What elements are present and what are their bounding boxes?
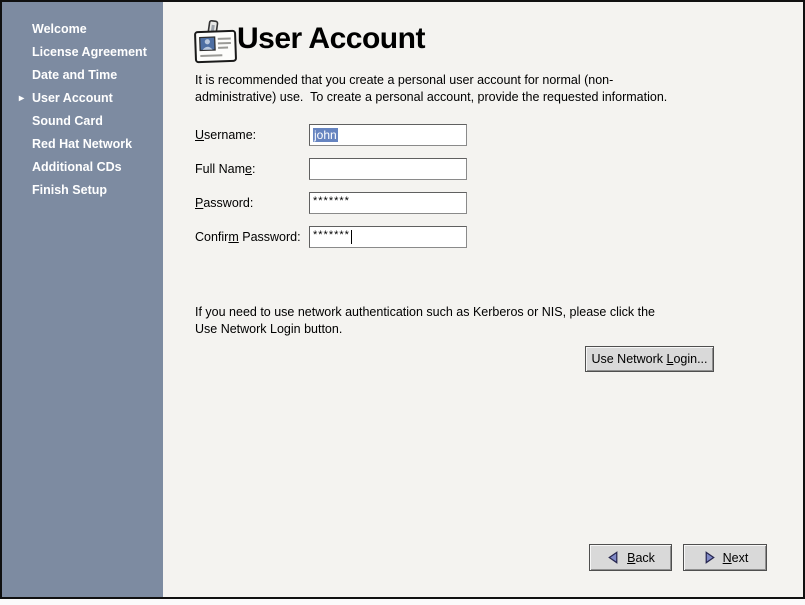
- password-row: Password: *******: [195, 191, 467, 214]
- masked-password-text: *******: [313, 229, 350, 241]
- id-card-icon: [192, 18, 239, 66]
- full-name-input[interactable]: [309, 158, 467, 180]
- next-button[interactable]: Next: [683, 544, 767, 571]
- full-name-row: Full Name:: [195, 157, 467, 180]
- setup-agent-window: Welcome License Agreement Date and Time …: [0, 0, 805, 599]
- masked-password-text: *******: [313, 195, 350, 207]
- sidebar-item-welcome[interactable]: Welcome: [2, 18, 163, 41]
- main-content: User Account It is recommended that you …: [163, 2, 803, 597]
- page-title: User Account: [237, 22, 425, 56]
- confirm-password-input[interactable]: *******: [309, 226, 467, 248]
- username-label: Username:: [195, 128, 309, 142]
- text-caret: [351, 230, 352, 244]
- active-step-arrow-icon: ▸: [19, 87, 24, 110]
- sidebar-item-red-hat-network[interactable]: Red Hat Network: [2, 133, 163, 156]
- sidebar-item-additional-cds[interactable]: Additional CDs: [2, 156, 163, 179]
- next-arrow-icon: [702, 550, 717, 565]
- network-auth-note: If you need to use network authenticatio…: [195, 304, 755, 337]
- password-label: Password:: [195, 196, 309, 210]
- selected-text: john: [313, 128, 338, 142]
- page-description: It is recommended that you create a pers…: [195, 72, 755, 105]
- username-row: Username: john: [195, 123, 467, 146]
- confirm-password-row: Confirm Password: *******: [195, 225, 467, 248]
- password-input[interactable]: *******: [309, 192, 467, 214]
- sidebar-item-license-agreement[interactable]: License Agreement: [2, 41, 163, 64]
- confirm-password-label: Confirm Password:: [195, 230, 309, 244]
- back-arrow-icon: [606, 550, 621, 565]
- full-name-label: Full Name:: [195, 162, 309, 176]
- back-button[interactable]: Back: [589, 544, 672, 571]
- sidebar-item-finish-setup[interactable]: Finish Setup: [2, 179, 163, 202]
- sidebar-item-user-account[interactable]: ▸ User Account: [2, 87, 163, 110]
- sidebar-item-sound-card[interactable]: Sound Card: [2, 110, 163, 133]
- sidebar-item-date-and-time[interactable]: Date and Time: [2, 64, 163, 87]
- use-network-login-button[interactable]: Use Network Login...: [585, 346, 714, 372]
- username-input[interactable]: john: [309, 124, 467, 146]
- wizard-steps-sidebar: Welcome License Agreement Date and Time …: [2, 2, 163, 597]
- window-bottom-edge: [0, 599, 805, 605]
